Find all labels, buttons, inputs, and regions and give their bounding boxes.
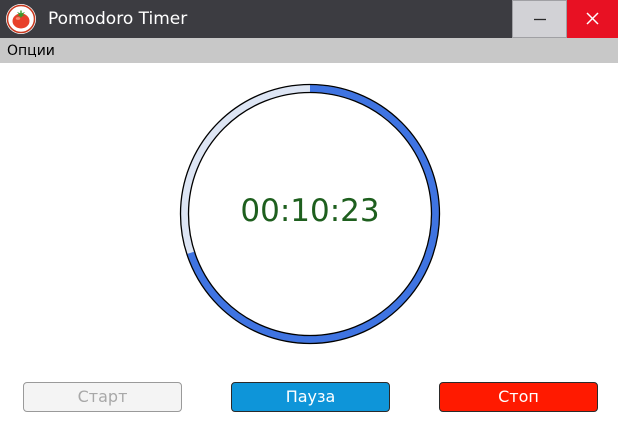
window-title: Pomodoro Timer — [48, 9, 188, 29]
menu-item-options[interactable]: Опции — [7, 38, 55, 63]
title-bar: Pomodoro Timer — [0, 0, 618, 38]
pause-button[interactable]: Пауза — [231, 382, 390, 412]
close-icon — [586, 12, 599, 25]
stop-button[interactable]: Стоп — [439, 382, 598, 412]
minimize-icon — [534, 18, 546, 21]
close-button[interactable] — [567, 0, 618, 38]
menu-bar: Опции — [0, 38, 618, 63]
minimize-button[interactable] — [512, 0, 567, 38]
tomato-icon — [6, 4, 36, 34]
start-button[interactable]: Старт — [23, 382, 182, 412]
timer-display: 00:10:23 — [240, 193, 380, 229]
